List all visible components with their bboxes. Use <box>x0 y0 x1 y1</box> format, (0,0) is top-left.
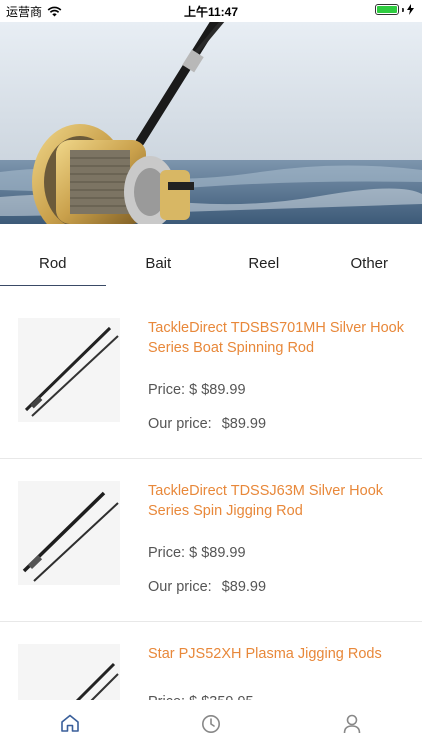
tab-profile[interactable] <box>281 700 422 750</box>
tab-history[interactable] <box>141 700 282 750</box>
our-price-label: Our price: <box>148 416 212 432</box>
price-label: Price: $ <box>148 382 198 398</box>
tab-other[interactable]: Other <box>317 240 422 288</box>
battery-icon <box>375 4 399 15</box>
tab-rod[interactable]: Rod <box>0 240 106 288</box>
fishing-reel-illustration <box>0 22 422 224</box>
status-bar: 运营商 上午11:47 <box>0 0 422 22</box>
product-title[interactable]: TackleDirect TDSSJ63M Silver Hook Series… <box>148 481 413 521</box>
our-price-value: $89.99 <box>221 416 267 432</box>
clock-icon <box>202 715 220 733</box>
status-right <box>375 4 414 15</box>
status-time: 上午11:47 <box>183 5 239 19</box>
price-label: Price: $ <box>148 545 198 561</box>
our-price-label: Our price: <box>148 579 212 595</box>
price-value: $89.99 <box>201 382 246 398</box>
product-item[interactable]: TackleDirect TDSBS701MH Silver Hook Seri… <box>0 296 422 459</box>
product-thumbnail-rod <box>18 481 120 585</box>
battery-cap <box>402 7 404 12</box>
product-item[interactable]: TackleDirect TDSSJ63M Silver Hook Series… <box>0 459 422 622</box>
product-our-price: Our price: $89.99 <box>148 579 266 595</box>
home-icon <box>61 714 80 732</box>
tab-bait[interactable]: Bait <box>106 240 212 288</box>
bottom-tab-bar <box>0 700 422 750</box>
product-title[interactable]: Star PJS52XH Plasma Jigging Rods <box>148 644 413 664</box>
product-price: Price: $ $89.99 <box>148 382 246 398</box>
charging-icon <box>407 4 414 15</box>
product-title[interactable]: TackleDirect TDSBS701MH Silver Hook Seri… <box>148 318 413 358</box>
tab-home[interactable] <box>0 700 141 750</box>
our-price-value: $89.99 <box>221 579 267 595</box>
product-thumbnail-rod <box>18 318 120 422</box>
product-price: Price: $ $89.99 <box>148 545 246 561</box>
tab-reel[interactable]: Reel <box>211 240 317 288</box>
user-icon <box>343 714 360 734</box>
product-our-price: Our price: $89.99 <box>148 416 266 432</box>
banner-image <box>0 22 422 224</box>
price-value: $89.99 <box>201 545 246 561</box>
category-tabs: Rod Bait Reel Other <box>0 240 422 288</box>
